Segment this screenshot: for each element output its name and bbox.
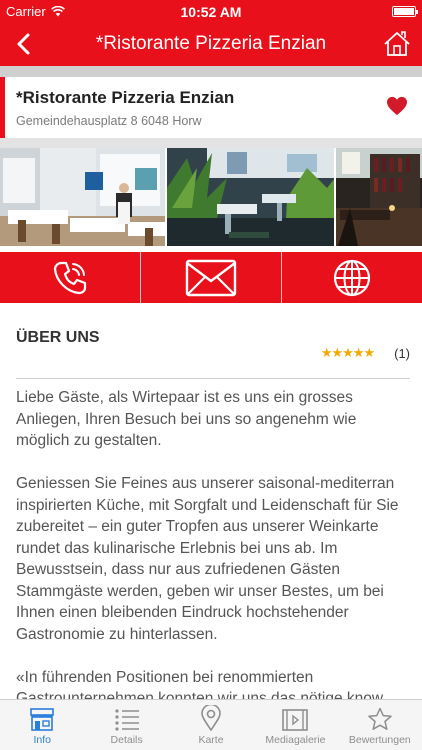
photo-gallery[interactable] [0, 148, 422, 246]
home-icon[interactable] [382, 29, 412, 59]
list-icon [115, 709, 139, 731]
restaurant-name: *Ristorante Pizzeria Enzian [16, 88, 235, 107]
gallery-photo-dining-room[interactable] [0, 148, 166, 246]
section-separator [0, 138, 422, 148]
chevron-left-icon[interactable] [10, 30, 38, 58]
contact-actions [0, 252, 422, 303]
rating-stars: ★★★★★ [320, 345, 375, 360]
tab-details[interactable]: Details [84, 700, 168, 750]
tab-bar: Info Details Karte Mediagalerie Bewertun… [0, 699, 422, 750]
rating-count: (1) [394, 345, 410, 361]
divider [16, 378, 410, 379]
clock: 10:52 AM [180, 4, 242, 20]
gallery-photo-wine-bar[interactable] [336, 148, 422, 246]
restaurant-address: Gemeindehausplatz 8 6048 Horw [16, 114, 202, 128]
section-title: ÜBER UNS [16, 329, 100, 346]
tab-reviews[interactable]: Bewertungen [338, 700, 422, 750]
tab-label: Details [110, 734, 143, 746]
tab-media-gallery[interactable]: Mediagalerie [253, 700, 337, 750]
phone-icon [53, 261, 87, 294]
tab-info[interactable]: Info [0, 700, 84, 750]
battery-icon [392, 6, 418, 17]
rating-summary[interactable]: ★★★★★ (1) [321, 345, 410, 361]
call-button[interactable] [0, 252, 141, 303]
restaurant-header: *Ristorante Pizzeria Enzian Gemeindehaus… [0, 77, 422, 138]
description-paragraph: Liebe Gäste, als Wirtepaar ist es uns ei… [16, 389, 357, 449]
description-paragraph: Geniessen Sie Feines aus unserer saisona… [16, 475, 399, 643]
tab-label: Karte [198, 734, 224, 746]
tab-label: Bewertungen [348, 734, 411, 746]
header-spacer [0, 66, 422, 77]
description-paragraph: «In führenden Positionen bei renommierte… [16, 668, 384, 700]
email-button[interactable] [141, 252, 282, 303]
film-icon [282, 709, 309, 731]
heart-icon[interactable] [386, 96, 408, 116]
status-bar: Carrier 10:52 AM [0, 0, 422, 22]
globe-icon [333, 259, 371, 296]
page-title: *Ristorante Pizzeria Enzian [95, 33, 327, 54]
map-pin-icon [201, 705, 221, 731]
envelope-icon [185, 259, 237, 296]
store-icon [30, 708, 55, 731]
star-icon [368, 707, 392, 730]
tab-map[interactable]: Karte [169, 700, 253, 750]
gallery-photo-terrace[interactable] [167, 148, 335, 246]
navigation-bar: *Ristorante Pizzeria Enzian [0, 22, 422, 66]
description: Liebe Gäste, als Wirtepaar ist es uns ei… [16, 387, 412, 699]
about-section[interactable]: ÜBER UNS ★★★★★ (1) Liebe Gäste, als Wirt… [0, 303, 422, 699]
website-button[interactable] [282, 252, 422, 303]
tab-label: Info [33, 734, 51, 746]
tab-label: Mediagalerie [265, 734, 326, 746]
